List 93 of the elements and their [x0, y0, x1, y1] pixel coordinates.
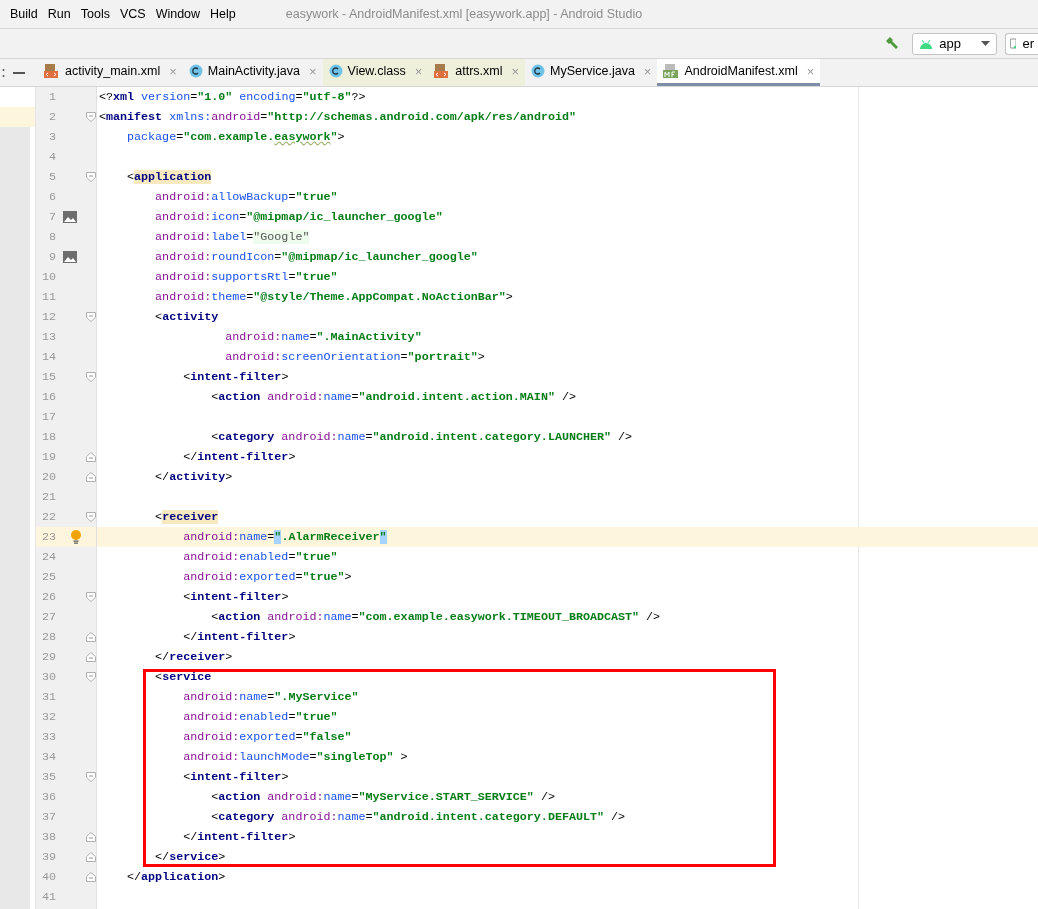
- line-number: 21: [40, 490, 56, 504]
- line-number: 19: [40, 450, 56, 464]
- code-line: <intent-filter>: [182, 770, 289, 784]
- code-line: </application>: [126, 870, 226, 884]
- line-number: 13: [40, 330, 56, 344]
- code-line: <action android:name="android.intent.action.MAIN" />: [210, 390, 576, 404]
- code-line: android:enabled="true": [182, 710, 338, 724]
- code-line: android:enabled="true": [182, 550, 338, 564]
- run-config-dropdown[interactable]: app: [912, 32, 997, 55]
- code-line: android:name=".MainActivity": [224, 330, 422, 344]
- line-number: 32: [40, 710, 56, 724]
- code-line: <receiver: [154, 510, 219, 524]
- line-number: 29: [40, 650, 56, 664]
- line-number: 22: [40, 510, 56, 524]
- code-line: <application: [126, 170, 212, 184]
- line-number: 30: [40, 670, 56, 684]
- line-number: 36: [40, 790, 56, 804]
- line-number: 31: [40, 690, 56, 704]
- line-number: 4: [48, 150, 56, 164]
- editor-tab[interactable]: activity_main.xml ×: [38, 59, 183, 86]
- editor-tab[interactable]: View.class ×: [322, 59, 429, 86]
- code-line: <action android:name="MyService.START_SERVICE" />: [210, 790, 555, 804]
- code-line: </intent-filter>: [182, 450, 296, 464]
- code-line: </activity>: [154, 470, 233, 484]
- line-number: 2: [48, 110, 56, 124]
- code-line: android:allowBackup="true": [154, 190, 338, 204]
- line-number: 14: [40, 350, 56, 364]
- line-number: 40: [40, 870, 56, 884]
- line-number: 38: [40, 830, 56, 844]
- line-number: 25: [40, 570, 56, 584]
- code-line: </service>: [154, 850, 226, 864]
- line-number: 15: [40, 370, 56, 384]
- line-number: 41: [40, 890, 56, 904]
- line-number: 23: [40, 530, 56, 544]
- code-line: </intent-filter>: [182, 630, 296, 644]
- line-number: 1: [48, 90, 56, 104]
- code-line: android:launchMode="singleTop" >: [182, 750, 408, 764]
- code-line: android:icon="@mipmap/ic_launcher_google": [154, 210, 443, 224]
- code-line: <category android:name="android.intent.category.LAUNCHER" />: [210, 430, 633, 444]
- code-line: android:name=".AlarmReceiver": [182, 530, 387, 544]
- line-number: 8: [48, 230, 56, 244]
- code-line: </intent-filter>: [182, 830, 296, 844]
- line-number: 18: [40, 430, 56, 444]
- code-line: <category android:name="android.intent.category.DEFAULT" />: [210, 810, 626, 824]
- code-line: android:name=".MyService": [182, 690, 359, 704]
- device-dropdown[interactable]: er: [1005, 32, 1038, 55]
- menu-item[interactable]: Window: [155, 7, 201, 21]
- line-number: 7: [48, 210, 56, 224]
- code-line: </receiver>: [154, 650, 233, 664]
- line-number: 28: [40, 630, 56, 644]
- code-line: android:label="Google": [154, 230, 310, 244]
- editor-tab[interactable]: AndroidManifest.xml ×: [657, 59, 821, 86]
- editor-tab[interactable]: MainActivity.java ×: [182, 59, 323, 86]
- line-number: 24: [40, 550, 56, 564]
- code-line: <activity: [154, 310, 219, 324]
- code-line: android:theme="@style/Theme.AppCompat.NoActionBar">: [154, 290, 513, 304]
- code-line: <service: [154, 670, 212, 684]
- line-number: 26: [40, 590, 56, 604]
- code-line: android:supportsRtl="true": [154, 270, 338, 284]
- line-number: 9: [48, 250, 56, 264]
- code-line: android:roundIcon="@mipmap/ic_launcher_google": [154, 250, 478, 264]
- line-number: 11: [40, 290, 56, 304]
- editor-tab[interactable]: attrs.xml ×: [428, 59, 526, 86]
- code-line: <intent-filter>: [182, 370, 289, 384]
- editor-tab[interactable]: MyService.java ×: [525, 59, 658, 86]
- code-line: <intent-filter>: [182, 590, 289, 604]
- menu-item[interactable]: Run: [47, 7, 71, 21]
- menu-item[interactable]: Tools: [80, 7, 110, 21]
- line-number: 35: [40, 770, 56, 784]
- line-number: 20: [40, 470, 56, 484]
- code-line: android:exported="false": [182, 730, 352, 744]
- code-line: <?xml version="1.0" encoding="utf-8"?>: [99, 90, 366, 104]
- line-number: 33: [40, 730, 56, 744]
- line-number: 17: [40, 410, 56, 424]
- code-line: <action android:name="com.example.easywork.TIMEOUT_BROADCAST" />: [210, 610, 661, 624]
- line-number: 39: [40, 850, 56, 864]
- line-number: 10: [40, 270, 56, 284]
- code-line: package="com.example.easywork">: [126, 130, 345, 144]
- code-line: android:screenOrientation="portrait">: [224, 350, 485, 364]
- menu-item[interactable]: Help: [210, 7, 236, 21]
- line-number: 34: [40, 750, 56, 764]
- line-number: 12: [40, 310, 56, 324]
- code-line: android:exported="true">: [182, 570, 352, 584]
- line-number: 3: [48, 130, 56, 144]
- code-line: <manifest xmlns:android="http://schemas.android.com/apk/res/android": [99, 110, 576, 124]
- line-number: 37: [40, 810, 56, 824]
- menu-item[interactable]: Build: [10, 7, 38, 21]
- menu-item[interactable]: VCS: [119, 7, 146, 21]
- window-title: easywork - AndroidManifest.xml [easywork.app] - Android Studio: [285, 7, 643, 21]
- line-number: 5: [48, 170, 56, 184]
- line-number: 16: [40, 390, 56, 404]
- line-number: 27: [40, 610, 56, 624]
- line-number: 6: [48, 190, 56, 204]
